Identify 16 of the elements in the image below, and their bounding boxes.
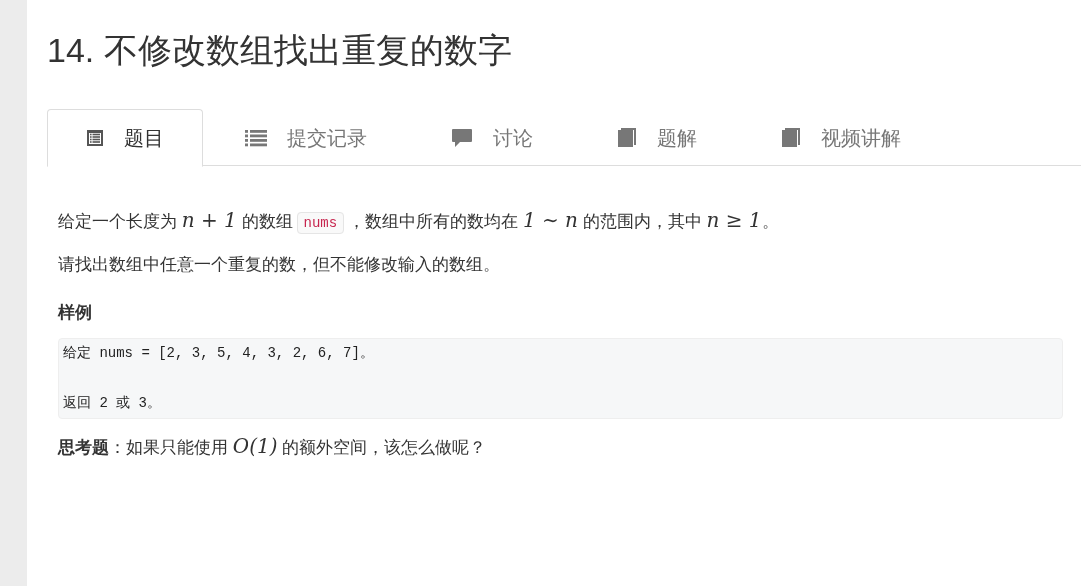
tab[interactable]: 题解	[575, 109, 739, 166]
tab[interactable]: 题目	[47, 109, 203, 167]
tab[interactable]: 讨论	[409, 109, 575, 166]
tab[interactable]: 提交记录	[203, 109, 409, 166]
book-icon	[617, 127, 637, 148]
section-heading: 样例	[58, 302, 93, 324]
page-title: 14. 不修改数组找出重复的数字	[47, 30, 513, 71]
problem-text: 思考题：如果只能使用 O(1) 的额外空间，该怎么做呢？	[58, 432, 488, 460]
problem-text: 给定一个长度为 n + 1 的数组 nums ，数组中所有的数均在 1 ∼ n 的范围内，其中 n ≥ 1。	[58, 207, 780, 236]
speech-bubble-icon	[451, 127, 473, 148]
tab[interactable]: 视频讲解	[739, 109, 943, 166]
list-icon	[245, 128, 267, 147]
code-block: 给定 nums = [2, 3, 5, 4, 3, 2, 6, 7]。 返回 2 或 3。	[58, 337, 1063, 419]
problem-text: 请找出数组中任意一个重复的数，但不能修改输入的数组。	[58, 254, 501, 276]
book-icon	[781, 127, 801, 148]
document-icon	[86, 129, 104, 147]
